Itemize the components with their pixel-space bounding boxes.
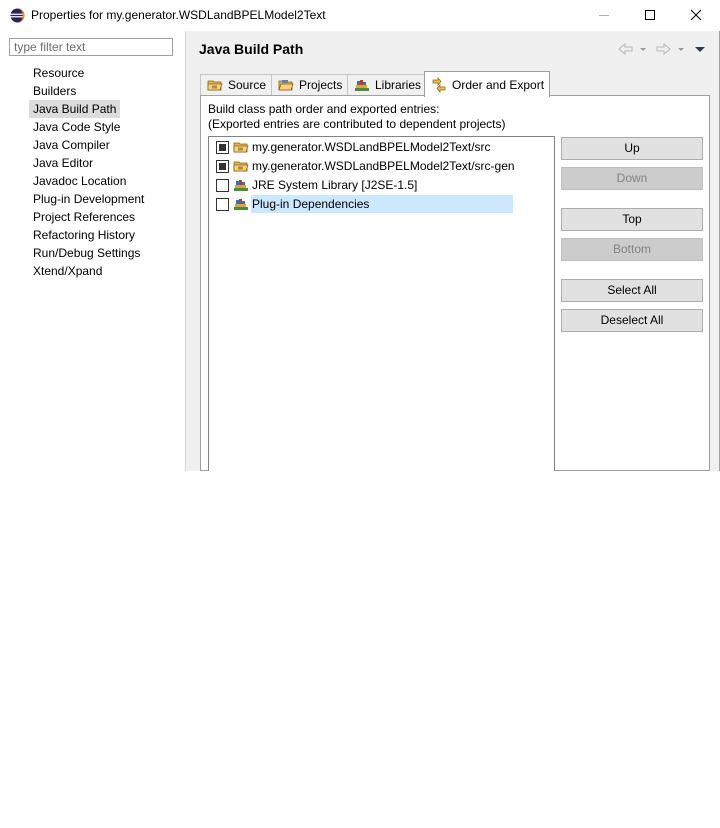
nav-item-builders[interactable]: Builders <box>29 84 80 98</box>
entry-label: Plug-in Dependencies <box>251 195 514 213</box>
export-checkbox[interactable] <box>216 197 229 211</box>
description: Build class path order and exported entr… <box>208 102 506 132</box>
tab-libraries[interactable]: Libraries <box>347 74 425 95</box>
top-button[interactable]: Top <box>561 208 703 231</box>
back-arrow-icon[interactable] <box>618 42 633 56</box>
nav-item-xtend-xpand[interactable]: Xtend/Xpand <box>29 264 106 278</box>
projects-folder-icon <box>278 80 294 91</box>
description-line-2: (Exported entries are contributed to dep… <box>208 117 506 131</box>
tab-projects[interactable]: Projects <box>271 74 348 95</box>
up-button[interactable]: Up <box>561 137 703 160</box>
list-item[interactable]: my.generator.WSDLandBPELModel2Text/src-g… <box>209 157 516 175</box>
tab-order-and-export[interactable]: Order and Export <box>424 71 550 97</box>
forward-menu-chevron-icon[interactable] <box>678 48 684 51</box>
export-checkbox[interactable] <box>216 178 229 192</box>
nav-item-java-compiler[interactable]: Java Compiler <box>29 138 114 152</box>
nav-item-java-build-path[interactable]: Java Build Path <box>29 100 121 118</box>
nav-item-resource[interactable]: Resource <box>29 66 88 80</box>
classpath-entries-list[interactable]: my.generator.WSDLandBPELModel2Text/src m… <box>208 136 555 471</box>
nav-item-project-references[interactable]: Project References <box>29 210 139 224</box>
export-checkbox[interactable] <box>216 159 229 173</box>
list-item[interactable]: my.generator.WSDLandBPELModel2Text/src <box>209 138 492 156</box>
select-all-button[interactable]: Select All <box>561 279 703 302</box>
library-icon <box>234 180 248 191</box>
nav-item-java-code-style[interactable]: Java Code Style <box>29 120 124 134</box>
bottom-button[interactable]: Bottom <box>561 238 703 261</box>
properties-window: Properties for my.generator.WSDLandBPELM… <box>0 0 720 471</box>
tab-source-label: Source <box>228 78 267 92</box>
source-folder-icon <box>233 161 249 172</box>
maximize-icon <box>645 10 655 20</box>
forward-arrow-icon[interactable] <box>656 42 671 56</box>
back-menu-chevron-icon[interactable] <box>640 48 646 51</box>
order-export-icon <box>432 76 446 93</box>
tab-source[interactable]: Source <box>200 74 272 95</box>
nav-item-plugin-development[interactable]: Plug-in Development <box>29 192 148 206</box>
source-folder-icon <box>233 142 249 153</box>
page-title: Java Build Path <box>199 41 304 57</box>
eclipse-icon <box>10 8 25 23</box>
tab-projects-label: Projects <box>299 78 343 92</box>
nav-item-run-debug-settings[interactable]: Run/Debug Settings <box>29 246 144 260</box>
maximize-button[interactable] <box>627 0 673 31</box>
description-line-1: Build class path order and exported entr… <box>208 102 440 116</box>
list-item[interactable]: JRE System Library [J2SE-1.5] <box>209 176 418 194</box>
close-icon <box>690 9 702 21</box>
tab-bar: Source Projects Libraries Order and Expo… <box>200 71 710 97</box>
minimize-button[interactable] <box>581 0 627 31</box>
category-tree: Resource Builders Java Build Path Java C… <box>29 64 148 280</box>
close-button[interactable] <box>673 0 719 31</box>
nav-item-javadoc-location[interactable]: Javadoc Location <box>29 174 130 188</box>
export-checkbox[interactable] <box>216 140 229 154</box>
nav-item-java-editor[interactable]: Java Editor <box>29 156 97 170</box>
down-button[interactable]: Down <box>561 167 703 190</box>
tab-libraries-label: Libraries <box>375 78 422 92</box>
entry-label: my.generator.WSDLandBPELModel2Text/src-g… <box>252 159 515 173</box>
tab-order-and-export-label: Order and Export <box>452 77 545 92</box>
property-page: Java Build Path Source Projects Librarie… <box>186 31 720 471</box>
minimize-icon <box>599 15 609 16</box>
category-pane: Resource Builders Java Build Path Java C… <box>0 31 186 471</box>
filter-box[interactable] <box>9 38 173 56</box>
history-navigation <box>618 42 705 56</box>
window-title: Properties for my.generator.WSDLandBPELM… <box>31 8 326 22</box>
deselect-all-button[interactable]: Deselect All <box>561 309 703 332</box>
entry-label: JRE System Library [J2SE-1.5] <box>252 178 418 192</box>
title-bar: Properties for my.generator.WSDLandBPELM… <box>0 0 720 31</box>
list-item[interactable]: Plug-in Dependencies <box>209 195 514 213</box>
view-menu-icon[interactable] <box>695 47 705 52</box>
libraries-icon <box>355 80 369 91</box>
library-icon <box>234 199 248 210</box>
order-export-panel: Build class path order and exported entr… <box>200 95 710 471</box>
entry-label: my.generator.WSDLandBPELModel2Text/src <box>252 140 491 154</box>
nav-item-refactoring-history[interactable]: Refactoring History <box>29 228 139 242</box>
source-folder-icon <box>207 80 223 91</box>
filter-input[interactable] <box>10 39 172 55</box>
